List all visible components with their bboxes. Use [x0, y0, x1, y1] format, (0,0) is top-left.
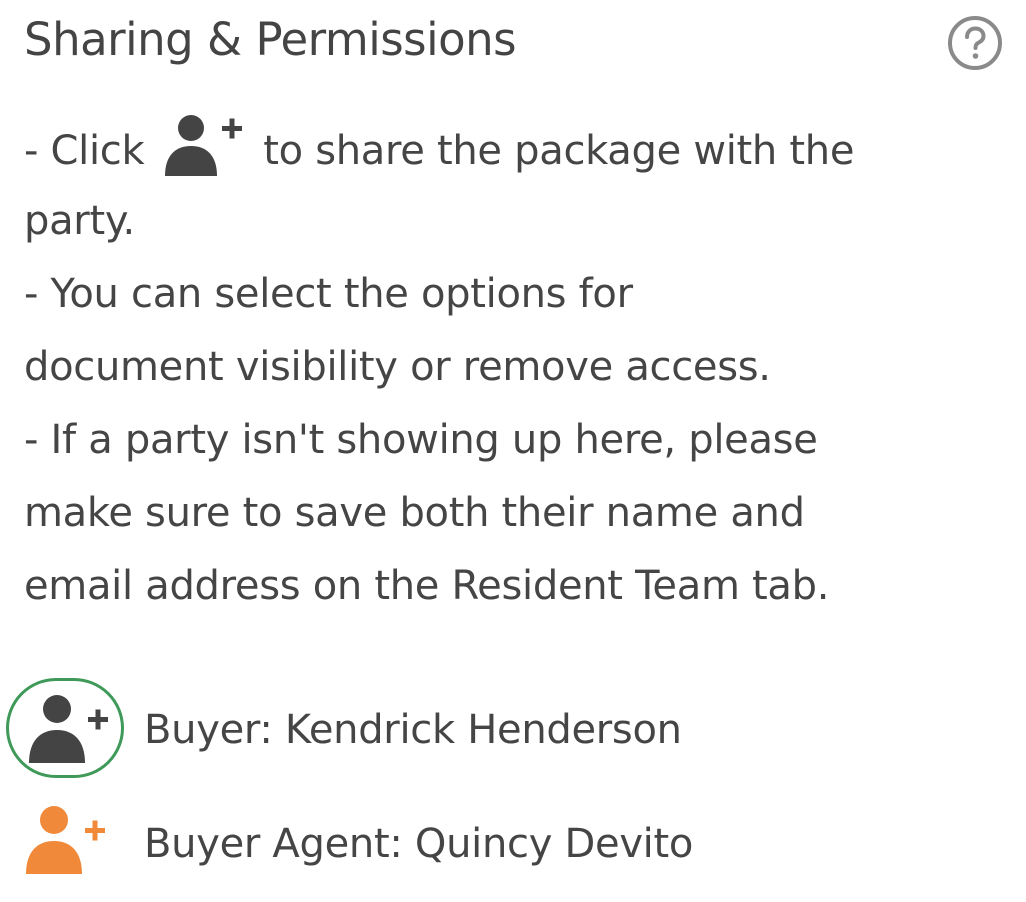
instruction-line-3: - You can select the options for	[24, 271, 633, 317]
instruction-line-6: make sure to save both their name and	[24, 490, 805, 536]
instruction-line-2: party.	[24, 198, 135, 244]
share-buyer-button[interactable]	[6, 678, 124, 778]
user-plus-icon	[26, 806, 105, 874]
user-plus-icon	[159, 112, 249, 178]
party-row-buyer-agent: Buyer Agent: Quincy Devito	[24, 800, 1009, 890]
question-circle-icon	[948, 16, 1002, 70]
instruction-line-1: - Click to share the package with the	[24, 112, 1009, 185]
instruction-click-text: - Click	[24, 128, 145, 174]
user-plus-icon	[29, 695, 108, 763]
instruction-line-4: document visibility or remove access.	[24, 344, 771, 390]
party-row-buyer: Buyer: Kendrick Henderson	[6, 678, 1009, 778]
instruction-line-5: - If a party isn't showing up here, plea…	[24, 417, 818, 463]
party-label: Buyer Agent: Quincy Devito	[144, 821, 694, 867]
help-button[interactable]	[946, 14, 1004, 72]
panel-title: Sharing & Permissions	[24, 13, 517, 66]
instruction-share-text: to share the package with the	[263, 128, 855, 174]
instruction-line-7: email address on the Resident Team tab.	[24, 563, 830, 609]
share-buyer-agent-button[interactable]	[6, 792, 124, 892]
instructions-text: - Click to share the package with the pa…	[24, 112, 1009, 623]
sharing-permissions-panel: Sharing & Permissions - Click to share t…	[6, 0, 1009, 902]
party-label: Buyer: Kendrick Henderson	[144, 707, 682, 753]
